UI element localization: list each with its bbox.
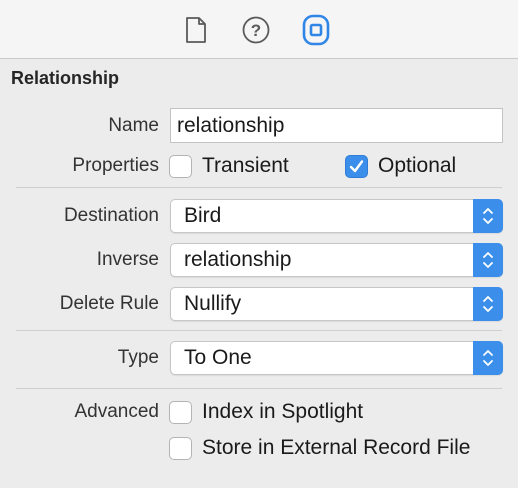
optional-label: Optional	[378, 154, 457, 177]
popup-arrows-icon	[473, 243, 503, 277]
inverse-popup[interactable]: relationship	[170, 243, 503, 277]
destination-popup[interactable]: Bird	[170, 199, 503, 233]
delete-rule-popup[interactable]: Nullify	[170, 287, 503, 321]
delete-rule-value: Nullify	[184, 292, 242, 315]
section-title: Relationship	[11, 68, 120, 88]
transient-checkbox[interactable]	[169, 155, 192, 178]
help-icon[interactable]: ?	[241, 13, 271, 47]
inverse-value: relationship	[184, 248, 292, 271]
store-external-checkbox[interactable]	[169, 437, 192, 460]
index-in-spotlight-label: Index in Spotlight	[202, 400, 364, 423]
properties-label: Properties	[72, 155, 159, 176]
destination-label: Destination	[63, 205, 159, 226]
delete-rule-label: Delete Rule	[59, 293, 159, 314]
data-model-inspector-icon[interactable]	[301, 13, 331, 47]
file-icon[interactable]	[181, 13, 211, 47]
svg-text:?: ?	[251, 21, 261, 40]
destination-value: Bird	[184, 204, 222, 227]
checkmark-icon	[349, 160, 364, 173]
type-value: To One	[184, 346, 252, 369]
transient-label: Transient	[202, 154, 289, 177]
popup-arrows-icon	[473, 287, 503, 321]
index-in-spotlight-checkbox[interactable]	[169, 401, 192, 424]
popup-arrows-icon	[473, 199, 503, 233]
store-external-label: Store in External Record File	[202, 436, 471, 459]
optional-checkbox[interactable]	[345, 155, 368, 178]
type-label: Type	[117, 347, 159, 368]
separator	[16, 388, 502, 389]
separator	[16, 187, 502, 188]
name-label: Name	[108, 115, 159, 136]
popup-arrows-icon	[473, 341, 503, 375]
advanced-label: Advanced	[74, 401, 159, 422]
separator	[16, 330, 502, 331]
inverse-label: Inverse	[96, 249, 159, 270]
name-field[interactable]	[170, 108, 503, 143]
inspector-tab-bar: ?	[0, 0, 518, 59]
type-popup[interactable]: To One	[170, 341, 503, 375]
